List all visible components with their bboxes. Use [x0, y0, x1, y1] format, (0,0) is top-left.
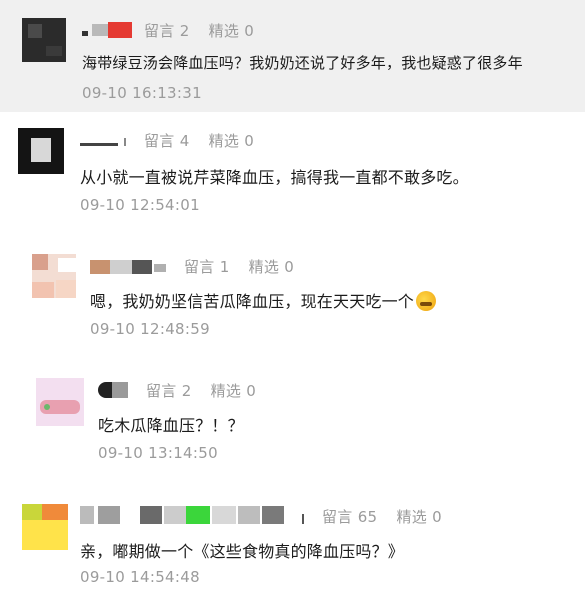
replies-stat[interactable]: 留言 4 [144, 132, 190, 150]
featured-stat[interactable]: 精选 0 [211, 382, 257, 400]
comment-text: 吃木瓜降血压？！？ [98, 416, 244, 435]
replies-stat[interactable]: 留言 2 [146, 382, 192, 400]
comment-meta: 留言 65 精选 0 [322, 506, 442, 527]
comment-text: 亲，嘟期做一个《这些食物真的降血压吗？》 [80, 542, 405, 561]
avatar[interactable] [32, 254, 76, 298]
comment-time: 09-10 16:13:31 [82, 84, 202, 102]
comment-meta: 留言 1 精选 0 [184, 256, 294, 277]
comment-text: 海带绿豆汤会降血压吗？我奶奶还说了好多年，我也疑惑了很多年 [82, 54, 523, 72]
username-blurred[interactable] [98, 382, 138, 398]
featured-stat[interactable]: 精选 0 [209, 22, 255, 40]
username-blurred[interactable] [90, 258, 174, 274]
comment-item[interactable]: 留言 4 精选 0 从小就一直被说芹菜降血压，搞得我一直都不敢多吃。 09-10… [0, 112, 585, 222]
comment-time: 09-10 12:48:59 [90, 320, 210, 338]
comment-time: 09-10 14:54:48 [80, 568, 200, 586]
comment-meta: 留言 2 精选 0 [146, 380, 256, 401]
comment-text: 从小就一直被说芹菜降血压，搞得我一直都不敢多吃。 [80, 168, 469, 187]
avatar[interactable] [22, 504, 68, 550]
avatar[interactable] [18, 128, 64, 174]
username-blurred[interactable] [82, 22, 134, 38]
comment-meta: 留言 2 精选 0 [144, 20, 254, 41]
replies-stat[interactable]: 留言 2 [144, 22, 190, 40]
comment-time: 09-10 13:14:50 [98, 444, 218, 462]
featured-stat[interactable]: 精选 0 [209, 132, 255, 150]
avatar[interactable] [36, 378, 84, 426]
comment-text: 嗯，我奶奶坚信苦瓜降血压，现在天天吃一个 [90, 288, 437, 312]
comment-item[interactable]: 留言 65 精选 0 亲，嘟期做一个《这些食物真的降血压吗？》 09-10 14… [0, 490, 585, 595]
featured-stat[interactable]: 精选 0 [396, 508, 442, 526]
username-blurred[interactable] [80, 504, 312, 526]
replies-stat[interactable]: 留言 65 [322, 508, 377, 526]
comment-meta: 留言 4 精选 0 [144, 130, 254, 151]
avatar[interactable] [22, 18, 66, 62]
replies-stat[interactable]: 留言 1 [184, 258, 230, 276]
comment-item[interactable]: 留言 1 精选 0 嗯，我奶奶坚信苦瓜降血压，现在天天吃一个 09-10 12:… [0, 240, 585, 346]
username-blurred[interactable] [80, 132, 134, 148]
sweat-smile-emoji [416, 291, 437, 311]
featured-stat[interactable]: 精选 0 [249, 258, 295, 276]
comment-item[interactable]: 留言 2 精选 0 吃木瓜降血压？！？ 09-10 13:14:50 [0, 364, 585, 474]
comment-time: 09-10 12:54:01 [80, 196, 200, 214]
comment-item[interactable]: 留言 2 精选 0 海带绿豆汤会降血压吗？我奶奶还说了好多年，我也疑惑了很多年 … [0, 0, 585, 112]
